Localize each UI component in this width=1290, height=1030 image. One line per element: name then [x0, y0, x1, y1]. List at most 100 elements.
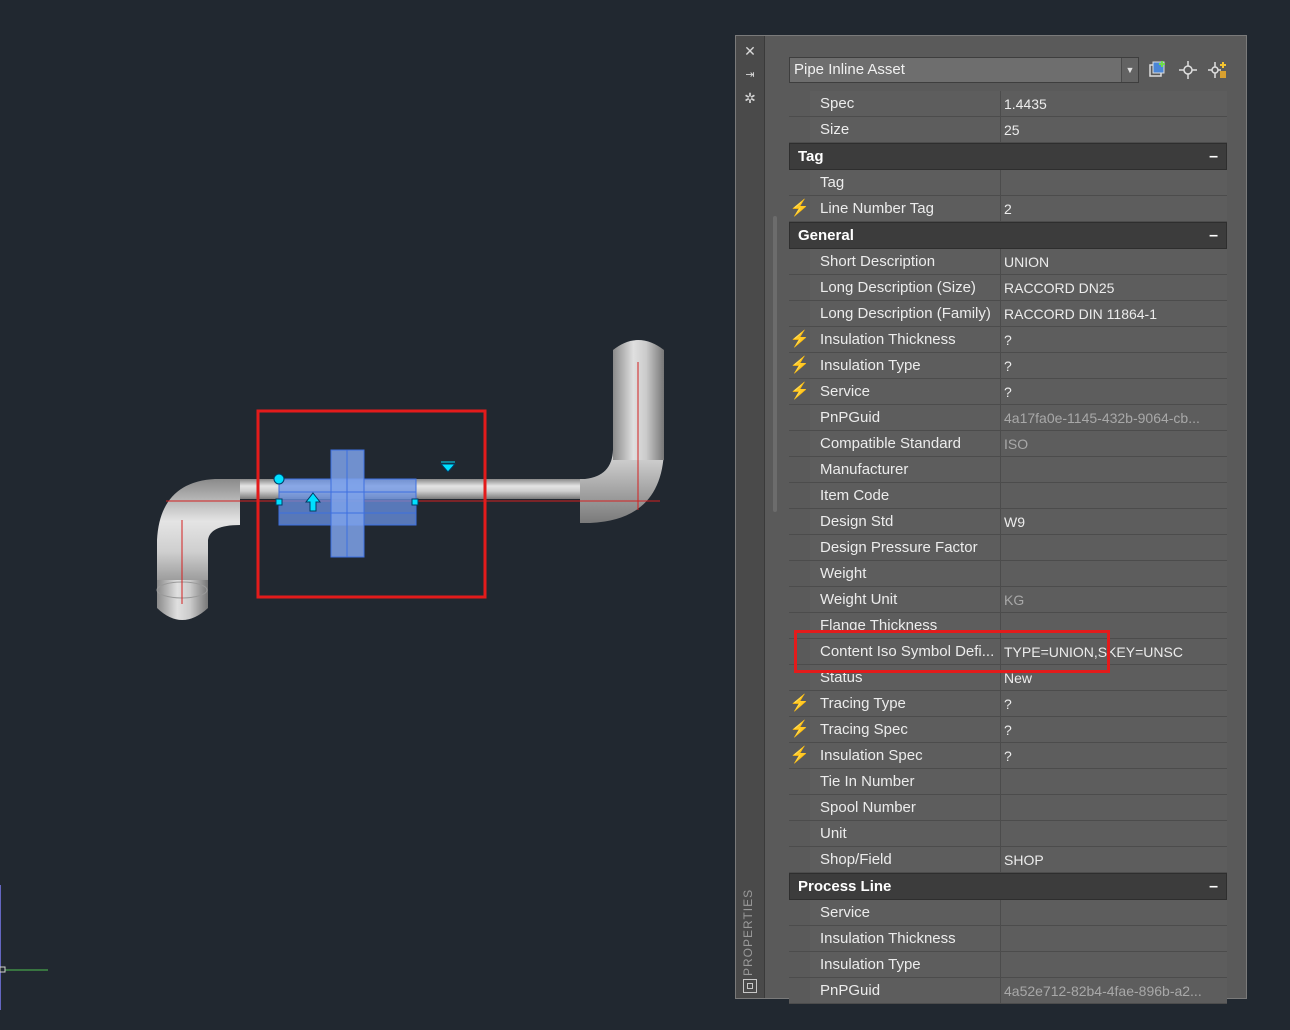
property-row-spec[interactable]: Spec 1.4435 [789, 91, 1227, 117]
settings-icon[interactable]: ✲ [741, 89, 759, 107]
property-row-insulation-spec[interactable]: ⚡ Insulation Spec ? [789, 743, 1227, 769]
quick-select-icon[interactable] [1147, 59, 1169, 81]
property-row-process-pnpguid[interactable]: PnPGuid 4a52e712-82b4-4fae-896b-a2... [789, 978, 1227, 1004]
property-row-manufacturer[interactable]: Manufacturer [789, 457, 1227, 483]
property-value[interactable] [1001, 821, 1227, 846]
property-value[interactable]: 2 [1001, 196, 1227, 221]
property-row-compatible-standard[interactable]: Compatible Standard ISO [789, 431, 1227, 457]
property-row-insulation-thickness[interactable]: ⚡ Insulation Thickness ? [789, 327, 1227, 353]
left-elbow[interactable] [156, 479, 240, 620]
property-value[interactable] [1001, 170, 1227, 195]
property-row-status[interactable]: Status New [789, 665, 1227, 691]
property-row-tracing-type[interactable]: ⚡ Tracing Type ? [789, 691, 1227, 717]
property-name: Tracing Type [810, 691, 1001, 716]
property-name: Insulation Type [810, 952, 1001, 977]
property-row-unit[interactable]: Unit [789, 821, 1227, 847]
property-value[interactable] [1001, 769, 1227, 794]
property-value[interactable]: ? [1001, 717, 1227, 742]
property-row-spool-number[interactable]: Spool Number [789, 795, 1227, 821]
collapse-icon[interactable]: – [1209, 223, 1218, 248]
property-value[interactable]: ? [1001, 379, 1227, 404]
toggle-pickadd-icon[interactable] [1206, 59, 1228, 81]
category-header-general[interactable]: General – [789, 222, 1227, 249]
property-name: Long Description (Family) [810, 301, 1001, 326]
property-name: Tag [810, 170, 1001, 195]
property-value[interactable]: New [1001, 665, 1227, 690]
property-name: PnPGuid [810, 978, 1001, 1003]
collapse-icon[interactable]: – [1209, 874, 1218, 899]
property-value[interactable]: ? [1001, 327, 1227, 352]
ucs-icon [0, 885, 48, 1010]
property-value[interactable] [1001, 900, 1227, 925]
property-value[interactable]: 25 [1001, 117, 1227, 142]
property-grid[interactable]: Spec 1.4435 Size 25 Tag – Tag ⚡ Line Num… [789, 91, 1227, 1004]
row-gutter [789, 900, 810, 925]
palette-side-label: PROPERTIES [741, 888, 755, 976]
property-row-item-code[interactable]: Item Code [789, 483, 1227, 509]
palette-scrollbar[interactable] [773, 216, 777, 512]
property-row-process-service[interactable]: Service [789, 900, 1227, 926]
property-row-content-iso-symbol-definition[interactable]: Content Iso Symbol Defi... TYPE=UNION,SK… [789, 639, 1227, 665]
property-row-long-description-family[interactable]: Long Description (Family) RACCORD DIN 11… [789, 301, 1227, 327]
property-value[interactable] [1001, 561, 1227, 586]
property-row-tie-in-number[interactable]: Tie In Number [789, 769, 1227, 795]
collapse-icon[interactable]: – [1209, 144, 1218, 169]
property-row-weight[interactable]: Weight [789, 561, 1227, 587]
palette-title-strip[interactable]: ✕ ⇥ ✲ PROPERTIES [736, 36, 765, 998]
object-type-dropdown[interactable]: Pipe Inline Asset ▼ [789, 57, 1139, 83]
select-objects-icon[interactable] [1177, 59, 1199, 81]
property-value[interactable]: RACCORD DN25 [1001, 275, 1227, 300]
property-row-short-description[interactable]: Short Description UNION [789, 249, 1227, 275]
property-row-long-description-size[interactable]: Long Description (Size) RACCORD DN25 [789, 275, 1227, 301]
property-row-flange-thickness[interactable]: Flange Thickness [789, 613, 1227, 639]
row-gutter [789, 587, 810, 612]
property-value[interactable] [1001, 952, 1227, 977]
row-gutter [789, 847, 810, 872]
property-value[interactable] [1001, 457, 1227, 482]
property-value[interactable] [1001, 613, 1227, 638]
property-value[interactable]: ? [1001, 353, 1227, 378]
property-value[interactable]: 1.4435 [1001, 91, 1227, 116]
property-row-weight-unit[interactable]: Weight Unit KG [789, 587, 1227, 613]
lightning-icon: ⚡ [789, 353, 810, 378]
property-row-process-insulation-thickness[interactable]: Insulation Thickness [789, 926, 1227, 952]
property-row-design-pressure-factor[interactable]: Design Pressure Factor [789, 535, 1227, 561]
row-gutter [789, 301, 810, 326]
property-row-tracing-spec[interactable]: ⚡ Tracing Spec ? [789, 717, 1227, 743]
property-row-tag[interactable]: Tag [789, 170, 1227, 196]
property-row-line-number-tag[interactable]: ⚡ Line Number Tag 2 [789, 196, 1227, 222]
row-gutter [789, 795, 810, 820]
property-row-insulation-type[interactable]: ⚡ Insulation Type ? [789, 353, 1227, 379]
category-header-tag[interactable]: Tag – [789, 143, 1227, 170]
property-value[interactable] [1001, 483, 1227, 508]
row-gutter [789, 249, 810, 274]
palette-properties-icon[interactable] [743, 979, 757, 993]
property-value[interactable] [1001, 535, 1227, 560]
property-row-size[interactable]: Size 25 [789, 117, 1227, 143]
property-value[interactable] [1001, 926, 1227, 951]
property-value[interactable]: UNION [1001, 249, 1227, 274]
property-name: Insulation Spec [810, 743, 1001, 768]
property-row-service[interactable]: ⚡ Service ? [789, 379, 1227, 405]
property-name: Manufacturer [810, 457, 1001, 482]
property-row-design-std[interactable]: Design Std W9 [789, 509, 1227, 535]
property-row-process-insulation-type[interactable]: Insulation Type [789, 952, 1227, 978]
property-row-pnpguid[interactable]: PnPGuid 4a17fa0e-1145-432b-9064-cb... [789, 405, 1227, 431]
property-value[interactable]: SHOP [1001, 847, 1227, 872]
property-value[interactable]: TYPE=UNION,SKEY=UNSC [1001, 639, 1227, 664]
property-value[interactable]: W9 [1001, 509, 1227, 534]
category-header-process-line[interactable]: Process Line – [789, 873, 1227, 900]
lightning-icon: ⚡ [789, 743, 810, 768]
property-value[interactable]: ? [1001, 743, 1227, 768]
right-elbow[interactable] [580, 340, 664, 523]
property-value[interactable]: RACCORD DIN 11864-1 [1001, 301, 1227, 326]
selected-union[interactable] [278, 449, 417, 558]
chevron-down-icon[interactable]: ▼ [1121, 58, 1138, 82]
close-icon[interactable]: ✕ [741, 42, 759, 60]
property-name: Insulation Thickness [810, 327, 1001, 352]
autohide-icon[interactable]: ⇥ [741, 66, 759, 84]
property-value[interactable] [1001, 795, 1227, 820]
row-gutter [789, 509, 810, 534]
property-row-shop-field[interactable]: Shop/Field SHOP [789, 847, 1227, 873]
property-value[interactable]: ? [1001, 691, 1227, 716]
